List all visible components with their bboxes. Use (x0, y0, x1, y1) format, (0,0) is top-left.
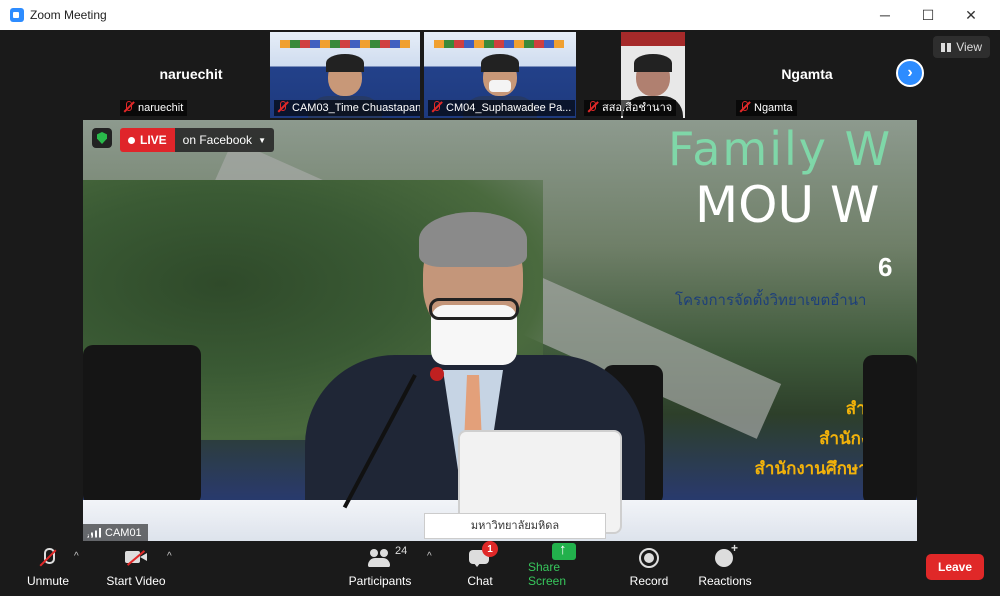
banner-line: โครงการจัดตั้งวิทยาเขตอำนา (675, 292, 867, 309)
participant-tile[interactable]: Ngamta Ngamta (732, 32, 882, 118)
title-bar: Zoom Meeting ─ ☐ ✕ (0, 0, 1000, 31)
nameplate: มหาวิทยาลัยมหิดล (424, 513, 606, 539)
reactions-button[interactable]: Reactions (698, 541, 752, 596)
share-screen-button[interactable]: Share Screen (528, 541, 600, 596)
reactions-icon (713, 541, 738, 569)
participant-label: CM04_Suphawadee Pa... (428, 100, 576, 116)
meeting-controls: Unmute ^ Start Video ^ 24 Participants ^… (0, 541, 1000, 596)
live-dot-icon (128, 136, 135, 144)
participants-options-caret[interactable]: ^ (427, 551, 432, 562)
mic-muted-icon (36, 547, 60, 569)
chair (83, 345, 201, 505)
participants-icon: 24 (368, 545, 407, 569)
encryption-shield-icon[interactable] (92, 128, 112, 148)
participant-name-large: Ngamta (781, 66, 833, 82)
video-off-icon (124, 547, 148, 569)
video-options-caret[interactable]: ^ (167, 551, 172, 562)
banner-title: Family W (668, 122, 893, 176)
maximize-button[interactable]: ☐ (913, 4, 943, 26)
live-platform-dropdown[interactable]: on Facebook ▼ (174, 128, 274, 152)
participant-gallery: naruechit naruechit CAM03_Time Chuastapa… (0, 30, 1000, 120)
participant-tile[interactable]: naruechit naruechit (116, 32, 266, 118)
participant-label: naruechit (120, 100, 188, 116)
speaker-name-label: CAM01 (83, 524, 148, 541)
participant-label: สสอ.สือชำนาจ (584, 100, 677, 116)
next-page-button[interactable]: › (896, 59, 924, 87)
speaker-glasses (429, 298, 519, 320)
participant-tile[interactable]: CM04_Suphawadee Pa... (424, 32, 576, 118)
participants-button[interactable]: 24 Participants (348, 541, 412, 596)
grid-view-icon (941, 42, 952, 52)
record-icon (637, 547, 661, 569)
unmute-button[interactable]: Unmute (22, 541, 74, 596)
speaker-hair (419, 212, 527, 267)
participant-tile[interactable]: สสอ.สือชำนาจ (580, 32, 728, 118)
participant-name-large: naruechit (159, 66, 223, 82)
mic-muted-icon (122, 101, 134, 113)
signal-strength-icon (87, 527, 101, 538)
banner-number: 6 (878, 252, 893, 282)
view-button[interactable]: View (933, 36, 990, 58)
mic-muted-icon (430, 101, 442, 113)
participants-count: 24 (395, 545, 408, 557)
start-video-button[interactable]: Start Video (104, 541, 168, 596)
mic-muted-icon (276, 101, 288, 113)
active-speaker-video: Family W MOU W 6 โครงการจัดตั้งวิทยาเขตอ… (83, 120, 917, 541)
live-badge: LIVE (120, 128, 175, 152)
participant-tile[interactable]: CAM03_Time Chuastapan... (270, 32, 420, 118)
chair (863, 355, 917, 505)
chat-button[interactable]: 1 Chat (460, 541, 500, 596)
share-screen-icon (552, 541, 576, 560)
window-title: Zoom Meeting (30, 8, 107, 22)
leave-button[interactable]: Leave (926, 554, 984, 580)
chat-unread-badge: 1 (482, 541, 498, 557)
mic-muted-icon (738, 101, 750, 113)
banner-mou: MOU W (695, 176, 880, 234)
caret-down-icon: ▼ (258, 135, 266, 145)
participant-label: CAM03_Time Chuastapan... (274, 100, 420, 116)
close-button[interactable]: ✕ (956, 4, 986, 26)
microphone-icon (430, 367, 444, 381)
participant-label: Ngamta (736, 100, 797, 116)
mic-muted-icon (586, 101, 598, 113)
record-button[interactable]: Record (628, 541, 670, 596)
zoom-logo-icon (10, 8, 24, 22)
chat-icon: 1 (468, 541, 498, 569)
audio-options-caret[interactable]: ^ (74, 551, 79, 562)
live-stream-indicator[interactable]: LIVE on Facebook ▼ (120, 128, 274, 152)
minimize-button[interactable]: ─ (870, 4, 900, 26)
